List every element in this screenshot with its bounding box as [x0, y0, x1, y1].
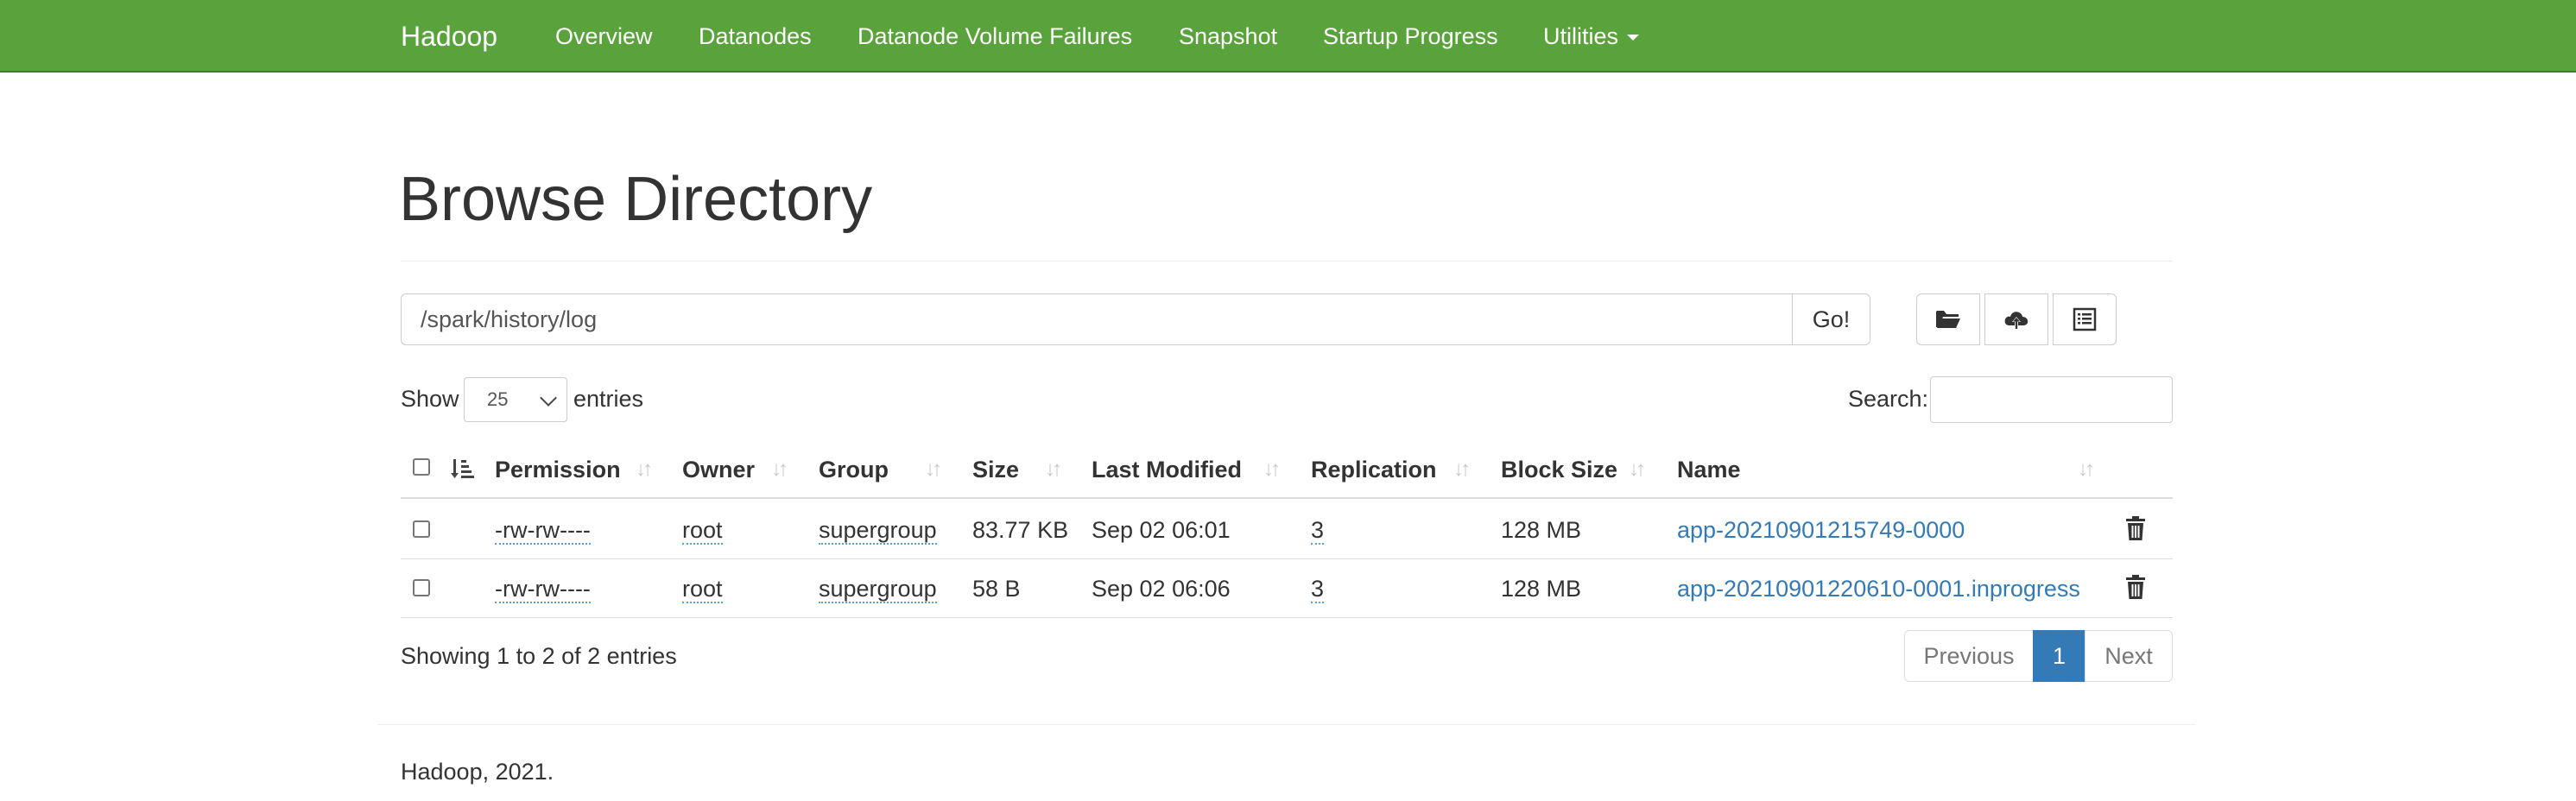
create-directory-button[interactable] — [1916, 293, 1980, 345]
sort-icon[interactable]: ↓↑ — [636, 454, 653, 485]
nav-overview[interactable]: Overview — [555, 19, 653, 54]
sort-icon[interactable]: ↓↑ — [1629, 454, 1646, 485]
owner-cell[interactable]: root — [682, 517, 723, 545]
nav-utilities-label: Utilities — [1543, 23, 1619, 49]
upload-files-button[interactable] — [1984, 293, 2048, 345]
table-header-divider — [401, 497, 2173, 499]
file-name-link[interactable]: app-20210901215749-0000 — [1677, 514, 1965, 546]
nav-snapshot[interactable]: Snapshot — [1179, 19, 1277, 54]
size-cell: 58 B — [972, 576, 1021, 602]
footer-text: Hadoop, 2021. — [401, 759, 554, 785]
row-checkbox[interactable] — [413, 579, 430, 596]
block-size-cell: 128 MB — [1501, 517, 1582, 543]
group-cell[interactable]: supergroup — [819, 517, 937, 545]
title-divider — [401, 261, 2173, 262]
row-checkbox[interactable] — [413, 520, 430, 538]
permission-cell[interactable]: -rw-rw---- — [495, 517, 591, 545]
row-divider — [401, 617, 2173, 618]
cut-paste-button[interactable] — [2053, 293, 2117, 345]
sort-icon[interactable]: ↓↑ — [1045, 454, 1062, 485]
column-header-owner[interactable]: Owner — [682, 454, 755, 485]
search-input[interactable] — [1930, 376, 2173, 423]
permission-cell[interactable]: -rw-rw---- — [495, 576, 591, 603]
sort-icon[interactable]: ↓↑ — [1263, 454, 1281, 485]
caret-down-icon — [1627, 35, 1640, 41]
column-header-last-modified[interactable]: Last Modified — [1092, 454, 1242, 485]
trash-icon[interactable] — [2124, 574, 2147, 600]
nav-datanode-volume-failures[interactable]: Datanode Volume Failures — [858, 19, 1132, 54]
row-divider — [401, 558, 2173, 559]
folder-open-icon — [1936, 311, 1960, 328]
sort-icon[interactable]: ↓↑ — [2078, 454, 2095, 485]
table-info: Showing 1 to 2 of 2 entries — [401, 643, 677, 669]
nav-startup-progress[interactable]: Startup Progress — [1323, 19, 1498, 54]
brand-link[interactable]: Hadoop — [401, 16, 497, 57]
footer-divider — [377, 724, 2196, 725]
page-size-select[interactable]: 25 — [464, 377, 567, 422]
navbar: Hadoop Overview Datanodes Datanode Volum… — [0, 0, 2576, 73]
block-size-cell: 128 MB — [1501, 576, 1582, 602]
replication-cell[interactable]: 3 — [1311, 576, 1325, 603]
page-size-value: 25 — [487, 388, 509, 410]
directory-path-input[interactable] — [401, 293, 1793, 345]
go-button[interactable]: Go! — [1792, 293, 1870, 345]
list-alt-icon — [2073, 307, 2097, 331]
group-cell[interactable]: supergroup — [819, 576, 937, 603]
column-header-size[interactable]: Size — [972, 454, 1019, 485]
column-header-replication[interactable]: Replication — [1311, 454, 1437, 485]
column-header-permission[interactable]: Permission — [495, 454, 621, 485]
nav-utilities-dropdown[interactable]: Utilities — [1543, 19, 1640, 54]
last-modified-cell: Sep 02 06:01 — [1092, 517, 1231, 543]
sort-icon[interactable]: ↓↑ — [1453, 454, 1471, 485]
nav-datanodes[interactable]: Datanodes — [699, 19, 812, 54]
cloud-upload-icon — [2004, 312, 2029, 329]
page-title: Browse Directory — [399, 165, 873, 234]
chevron-down-icon — [540, 389, 557, 407]
file-name-link[interactable]: app-20210901220610-0001.inprogress — [1677, 573, 2080, 604]
page-1-button[interactable]: 1 — [2033, 630, 2085, 682]
column-header-group[interactable]: Group — [819, 454, 889, 485]
sort-ascending-icon[interactable] — [450, 452, 476, 483]
owner-cell[interactable]: root — [682, 576, 723, 603]
column-header-name[interactable]: Name — [1677, 454, 1741, 485]
trash-icon[interactable] — [2124, 515, 2147, 541]
replication-cell[interactable]: 3 — [1311, 517, 1325, 545]
size-cell: 83.77 KB — [972, 517, 1069, 543]
previous-page-button[interactable]: Previous — [1904, 630, 2034, 682]
show-label: Show — [401, 386, 459, 412]
select-all-checkbox[interactable] — [413, 458, 430, 476]
sort-icon[interactable]: ↓↑ — [925, 454, 942, 485]
search-label: Search: — [1848, 386, 1929, 412]
last-modified-cell: Sep 02 06:06 — [1092, 576, 1231, 602]
next-page-button[interactable]: Next — [2085, 630, 2173, 682]
sort-icon[interactable]: ↓↑ — [771, 454, 788, 485]
column-header-block-size[interactable]: Block Size — [1501, 454, 1617, 485]
entries-label: entries — [573, 386, 644, 412]
